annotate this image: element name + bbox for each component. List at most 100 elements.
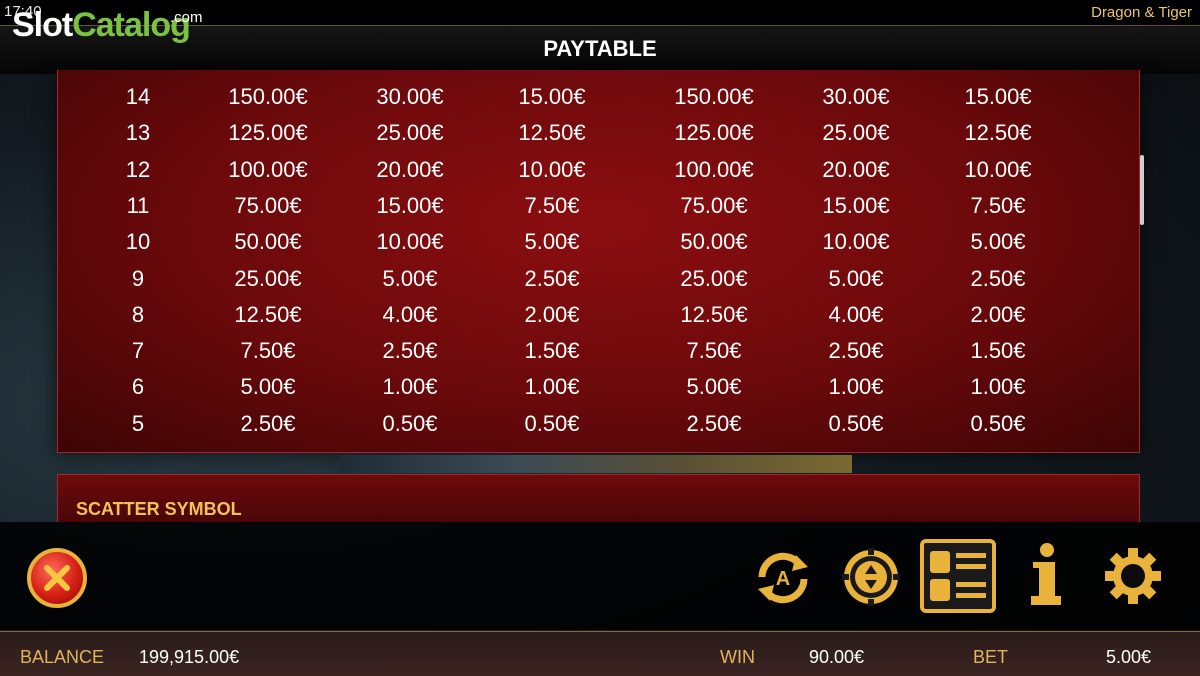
- payout-value: 100.00€: [674, 156, 754, 182]
- bet-button[interactable]: [841, 547, 901, 607]
- payout-value: 10.00€: [376, 229, 444, 255]
- game-title: Dragon & Tiger: [1091, 4, 1192, 21]
- payout-value: 12.50€: [680, 301, 748, 327]
- payout-value: 5.00€: [686, 374, 742, 400]
- payout-value: 50.00€: [234, 229, 302, 255]
- payout-value: 30.00€: [822, 84, 890, 109]
- paytable-row: 5 2.50€ 0.50€ 0.50€ 2.50€ 0.50€ 0.50€: [58, 403, 1141, 439]
- background-reels: [340, 455, 852, 473]
- payout-value: 20.00€: [822, 156, 890, 182]
- watermark-logo: SlotCatalog .com: [12, 6, 203, 44]
- payout-value: 7.50€: [240, 338, 296, 364]
- payout-value: 25.00€: [234, 265, 302, 291]
- payout-value: 1.00€: [970, 374, 1026, 400]
- autoplay-icon: A: [758, 552, 808, 604]
- payout-value: 75.00€: [234, 192, 302, 218]
- paytable-icon: [920, 539, 996, 613]
- close-icon: [44, 565, 70, 591]
- info-icon: [1031, 543, 1061, 605]
- info-button[interactable]: [1027, 542, 1065, 608]
- payout-value: 5.00€: [828, 265, 884, 291]
- control-bar: A: [0, 522, 1200, 630]
- payout-value: 1.00€: [382, 374, 438, 400]
- win-label: WIN: [720, 647, 755, 667]
- settings-button[interactable]: [1103, 546, 1163, 606]
- paytable-row: 7 7.50€ 2.50€ 1.50€ 7.50€ 2.50€ 1.50€: [58, 330, 1141, 366]
- symbol-count: 13: [125, 120, 151, 146]
- paytable-button[interactable]: [920, 539, 996, 613]
- payout-value: 15.00€: [518, 84, 586, 109]
- autoplay-button[interactable]: A: [752, 547, 814, 609]
- payout-value: 12.50€: [964, 120, 1032, 146]
- payout-value: 5.00€: [970, 229, 1026, 255]
- payout-value: 4.00€: [382, 301, 438, 327]
- payout-value: 2.50€: [828, 338, 884, 364]
- payout-value: 25.00€: [680, 265, 748, 291]
- payout-value: 15.00€: [822, 192, 890, 218]
- paytable-row: 6 5.00€ 1.00€ 1.00€ 5.00€ 1.00€ 1.00€: [58, 366, 1141, 402]
- paytable-row: 12 100.00€ 20.00€ 10.00€ 100.00€ 20.00€ 10.00€: [58, 149, 1141, 185]
- symbol-count: 9: [131, 265, 145, 291]
- payout-value: 5.00€: [524, 229, 580, 255]
- payout-value: 30.00€: [376, 84, 444, 109]
- payout-value: 12.50€: [518, 120, 586, 146]
- payout-value: 15.00€: [376, 192, 444, 218]
- payout-value: 2.50€: [686, 410, 742, 436]
- payout-value: 1.50€: [524, 338, 580, 364]
- payout-value: 5.00€: [382, 265, 438, 291]
- autoplay-letter: A: [776, 568, 790, 590]
- payout-value: 10.00€: [964, 156, 1032, 182]
- symbol-count: 14: [125, 84, 151, 109]
- payout-value: 12.50€: [234, 301, 302, 327]
- payout-value: 75.00€: [680, 192, 748, 218]
- payout-value: 7.50€: [524, 192, 580, 218]
- symbol-count: 12: [125, 156, 151, 182]
- paytable-panel: 14 150.00€ 30.00€ 15.00€ 150.00€ 30.00€ 15.00€…: [57, 70, 1140, 453]
- payout-value: 1.00€: [828, 374, 884, 400]
- payout-value: 0.50€: [970, 410, 1026, 436]
- scatter-title: SCATTER SYMBOL: [76, 499, 242, 519]
- payout-value: 4.00€: [828, 301, 884, 327]
- payout-value: 100.00€: [228, 156, 308, 182]
- paytable-row: 8 12.50€ 4.00€ 2.00€ 12.50€ 4.00€ 2.00€: [58, 294, 1141, 330]
- payout-value: 7.50€: [686, 338, 742, 364]
- payout-value: 25.00€: [376, 120, 444, 146]
- bottom-bar: BALANCE 199,915.00€ WIN 90.00€ BET 5.00€: [0, 631, 1200, 676]
- payout-value: 150.00€: [674, 84, 754, 109]
- payout-value: 25.00€: [822, 120, 890, 146]
- payout-value: 50.00€: [680, 229, 748, 255]
- payout-value: 125.00€: [228, 120, 308, 146]
- payout-value: 20.00€: [376, 156, 444, 182]
- payout-value: 2.00€: [970, 301, 1026, 327]
- symbol-count: 6: [131, 374, 145, 400]
- payout-value: 150.00€: [228, 84, 308, 109]
- paytable-row: 10 50.00€ 10.00€ 5.00€ 50.00€ 10.00€ 5.00€: [58, 221, 1141, 257]
- payout-value: 2.50€: [382, 338, 438, 364]
- payout-value: 10.00€: [822, 229, 890, 255]
- close-button[interactable]: [27, 548, 87, 608]
- paytable-row: 11 75.00€ 15.00€ 7.50€ 75.00€ 15.00€ 7.50€: [58, 185, 1141, 221]
- scatter-panel: SCATTER SYMBOL: [57, 474, 1140, 522]
- gear-icon: [1105, 548, 1161, 604]
- paytable-row: 14 150.00€ 30.00€ 15.00€ 150.00€ 30.00€ 15.00€: [58, 76, 1141, 112]
- paytable-row: 9 25.00€ 5.00€ 2.50€ 25.00€ 5.00€ 2.50€: [58, 258, 1141, 294]
- symbol-count: 7: [131, 338, 145, 364]
- payout-value: 2.50€: [240, 410, 296, 436]
- payout-value: 125.00€: [674, 120, 754, 146]
- payout-value: 2.50€: [970, 265, 1026, 291]
- win-value: 90.00€: [809, 647, 865, 667]
- watermark-part1: Slot: [12, 6, 73, 44]
- watermark-part3: .com: [170, 9, 203, 26]
- payout-value: 10.00€: [518, 156, 586, 182]
- payout-value: 2.00€: [524, 301, 580, 327]
- symbol-count: 11: [126, 192, 150, 218]
- bet-label: BET: [973, 647, 1009, 667]
- symbol-count: 10: [125, 229, 151, 255]
- payout-value: 1.50€: [970, 338, 1026, 364]
- payout-value: 5.00€: [240, 374, 296, 400]
- payout-value: 1.00€: [524, 374, 580, 400]
- balance-label: BALANCE: [20, 647, 105, 667]
- payout-value: 15.00€: [964, 84, 1032, 109]
- payout-value: 7.50€: [970, 192, 1026, 218]
- scrollbar-thumb[interactable]: [1140, 155, 1144, 225]
